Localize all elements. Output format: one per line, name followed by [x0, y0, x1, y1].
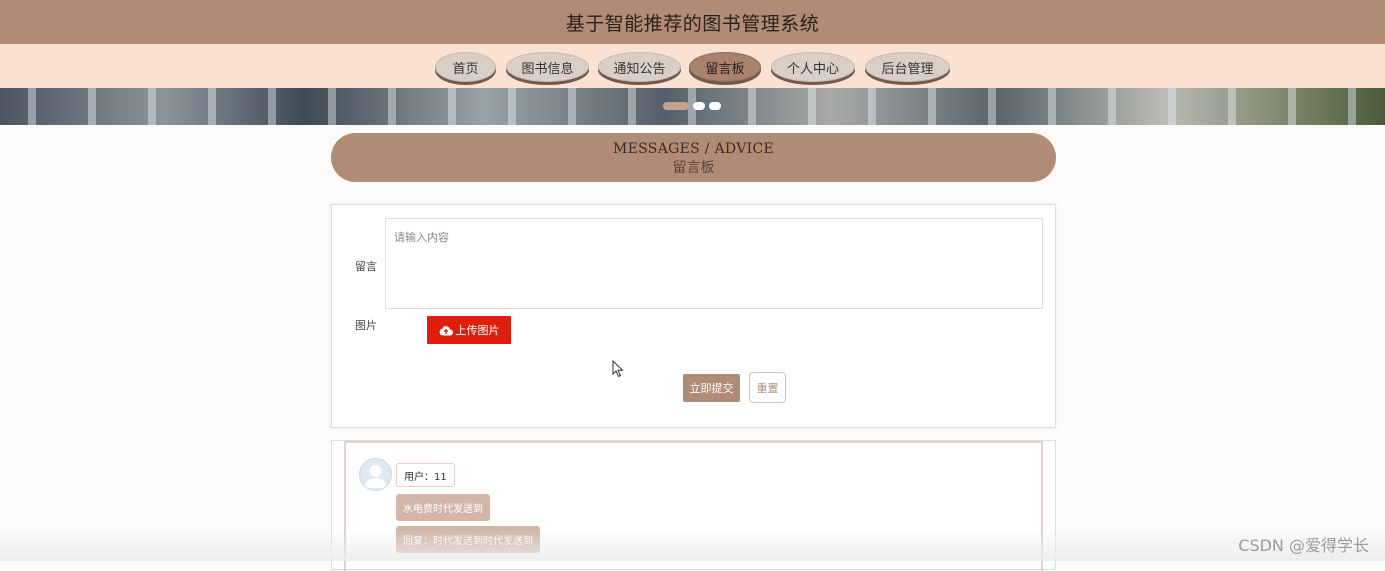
- message-username: 用户：11: [396, 463, 455, 487]
- cloud-upload-icon: [439, 325, 453, 335]
- message-list: 用户：11 水电费时代发送到 回复：时代发送到时代发送到: [331, 440, 1056, 571]
- message-textarea[interactable]: 请输入内容: [385, 218, 1043, 309]
- section-title-cn: 留言板: [672, 160, 715, 176]
- mouse-cursor-icon: [612, 360, 624, 378]
- image-label: 图片: [355, 319, 377, 332]
- message-label: 留言: [355, 260, 377, 273]
- section-title: MESSAGES / ADVICE 留言板: [331, 133, 1056, 182]
- main-nav: 首页 图书信息 通知公告 留言板 个人中心 后台管理: [0, 44, 1385, 88]
- message-content: 水电费时代发送到: [396, 494, 490, 521]
- nav-book-info[interactable]: 图书信息: [506, 52, 589, 82]
- section-title-en: MESSAGES / ADVICE: [613, 141, 774, 157]
- site-title: 基于智能推荐的图书管理系统: [565, 12, 820, 35]
- nav-notices[interactable]: 通知公告: [598, 52, 681, 82]
- message-item: 用户：11 水电费时代发送到 回复：时代发送到时代发送到: [344, 441, 1043, 571]
- nav-home[interactable]: 首页: [435, 52, 496, 82]
- carousel-dot[interactable]: [709, 102, 721, 110]
- upload-label: 上传图片: [455, 324, 500, 337]
- nav-message-board[interactable]: 留言板: [689, 52, 761, 82]
- avatar: [359, 458, 392, 491]
- carousel-dot[interactable]: [663, 102, 689, 110]
- nav-personal-center[interactable]: 个人中心: [771, 52, 855, 82]
- reset-button[interactable]: 重置: [749, 372, 786, 403]
- carousel-dot[interactable]: [693, 102, 705, 110]
- nav-admin[interactable]: 后台管理: [865, 52, 950, 82]
- user-avatar-icon: [364, 465, 387, 488]
- carousel-indicators: [663, 102, 721, 110]
- upload-image-button[interactable]: 上传图片: [427, 316, 511, 344]
- banner-carousel: [0, 88, 1385, 125]
- submit-button[interactable]: 立即提交: [683, 374, 740, 402]
- watermark: CSDN @爱得学长: [1238, 536, 1369, 555]
- site-header: 基于智能推荐的图书管理系统: [0, 0, 1385, 44]
- message-reply: 回复：时代发送到时代发送到: [396, 526, 540, 553]
- message-form: 留言 请输入内容 图片 上传图片 立即提交 重置: [331, 204, 1056, 428]
